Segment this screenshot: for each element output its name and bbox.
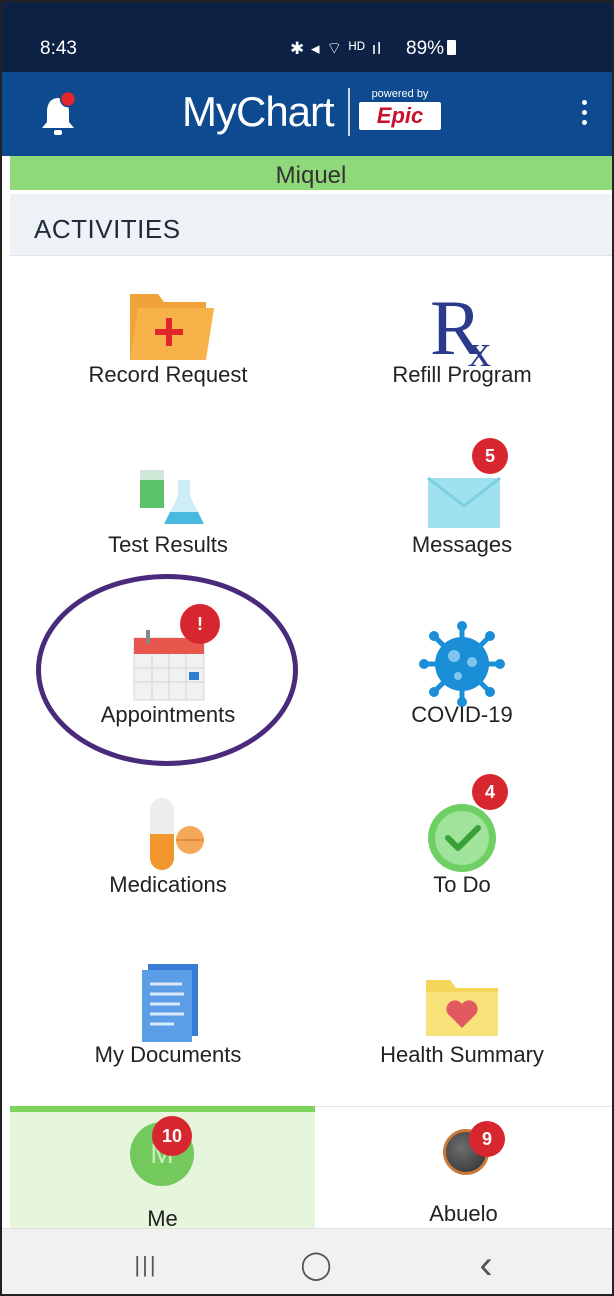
activity-label: COVID-19 (411, 702, 513, 727)
activity-label: Record Request (88, 362, 248, 387)
back-button[interactable]: ‹ (466, 1245, 506, 1285)
activity-messages[interactable]: 5 Messages (312, 426, 612, 596)
activity-label: My Documents (94, 1042, 242, 1067)
powered-by-text: powered by (371, 88, 429, 100)
activity-covid-19[interactable]: COVID-19 (312, 596, 612, 766)
activity-refill-program[interactable]: R x Refill Program (312, 256, 612, 426)
patient-name-banner: Miquel (10, 156, 612, 190)
activity-to-do[interactable]: 4 To Do (312, 766, 612, 936)
lab-beakers-icon (140, 470, 204, 524)
tab-abuelo[interactable]: 9 Abuelo (315, 1106, 612, 1228)
powered-by-epic-logo: powered by Epic (359, 88, 441, 130)
activity-label: Messages (411, 532, 513, 557)
activity-appointments[interactable]: ! Appointments (18, 596, 318, 766)
activity-label: Test Results (108, 532, 228, 557)
todo-badge: 4 (472, 774, 508, 810)
rx-icon: R x (430, 284, 491, 374)
system-nav-bar: ||| ◯ ‹ (2, 1228, 612, 1294)
activity-label: Appointments (100, 702, 236, 727)
document-icon (142, 964, 198, 1042)
patient-tabs: M 10 Me 9 Abuelo (10, 1106, 612, 1231)
battery-level: 89% (406, 38, 457, 60)
phone-screen: 8:43 ✱ ◂ ⌔ ᴴᴰ ıl 89% MyChart powered by … (0, 0, 614, 1296)
appointments-alert-badge: ! (180, 604, 220, 644)
activity-test-results[interactable]: Test Results (18, 426, 318, 596)
mychart-logo: MyChart (182, 88, 335, 135)
section-title: ACTIVITIES (34, 214, 181, 244)
epic-brand: Epic (359, 102, 441, 130)
activities-header: ACTIVITIES (10, 194, 612, 256)
status-icons: ✱ ◂ ⌔ ᴴᴰ ıl (290, 39, 383, 58)
activity-label: Refill Program (392, 362, 532, 387)
activity-label: Medications (109, 872, 227, 897)
activity-health-summary[interactable]: Health Summary (312, 936, 612, 1106)
home-button[interactable]: ◯ (296, 1245, 336, 1285)
overflow-menu-icon[interactable] (578, 100, 590, 130)
logo-divider (348, 88, 350, 136)
abuelo-badge: 9 (469, 1121, 505, 1157)
activity-label: Health Summary (380, 1042, 544, 1067)
activity-record-request[interactable]: Record Request (18, 256, 318, 426)
activity-label: To Do (433, 872, 491, 897)
status-time: 8:43 (40, 38, 77, 59)
activity-medications[interactable]: Medications (18, 766, 318, 936)
messages-badge: 5 (472, 438, 508, 474)
activities-grid: Record Request R x Refill Program Test R… (10, 256, 612, 1106)
folder-heart-icon (426, 980, 498, 1036)
recent-apps-button[interactable]: ||| (126, 1245, 166, 1285)
activity-my-documents[interactable]: My Documents (18, 936, 318, 1106)
tab-label: Abuelo (429, 1201, 498, 1226)
me-badge: 10 (152, 1116, 192, 1156)
pill-icon (150, 798, 204, 870)
status-bar: 8:43 ✱ ◂ ⌔ ᴴᴰ ıl 89% (2, 2, 612, 72)
tab-me[interactable]: M 10 Me (10, 1106, 315, 1231)
virus-icon (419, 621, 505, 707)
battery-icon (447, 40, 457, 55)
patient-name: Miquel (275, 162, 347, 189)
app-header: MyChart powered by Epic (2, 72, 612, 156)
notification-bell-icon[interactable] (38, 90, 78, 138)
folder-plus-icon (130, 294, 214, 360)
